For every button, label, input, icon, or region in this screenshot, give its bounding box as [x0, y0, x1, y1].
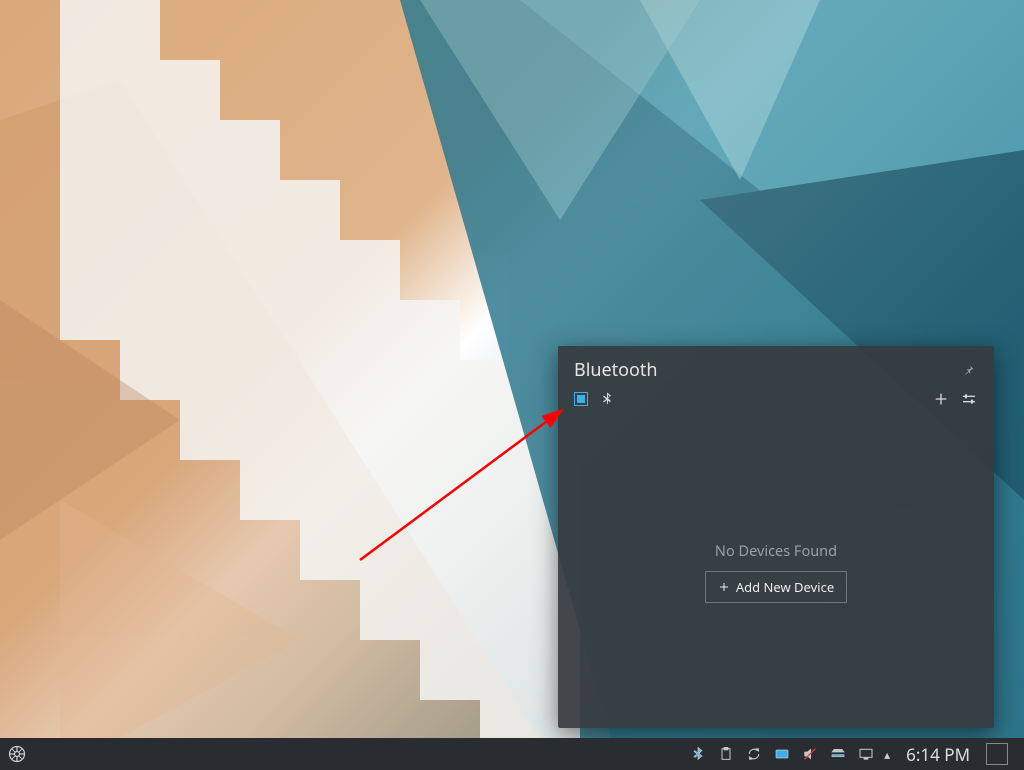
- tray-network-icon[interactable]: [828, 744, 848, 764]
- system-tray: ▴ 6:14 PM: [688, 743, 1024, 766]
- show-desktop-button[interactable]: [986, 743, 1008, 765]
- tray-notifications-icon[interactable]: [772, 744, 792, 764]
- add-device-icon[interactable]: [932, 390, 950, 408]
- tray-updates-icon[interactable]: [744, 744, 764, 764]
- tray-expand-arrow[interactable]: ▴: [884, 746, 890, 763]
- add-new-device-button[interactable]: Add New Device: [705, 571, 847, 603]
- settings-sliders-icon[interactable]: [960, 390, 978, 408]
- popup-body: No Devices Found Add New Device: [558, 416, 994, 728]
- popup-toolbar: [558, 386, 994, 416]
- bluetooth-icon[interactable]: [598, 390, 616, 408]
- tray-clipboard-icon[interactable]: [716, 744, 736, 764]
- application-menu-button[interactable]: [0, 738, 34, 770]
- popup-title: Bluetooth: [574, 358, 658, 382]
- plus-icon: [718, 581, 730, 593]
- taskbar: ▴ 6:14 PM: [0, 738, 1024, 770]
- tray-bluetooth-icon[interactable]: [688, 744, 708, 764]
- taskbar-clock[interactable]: 6:14 PM: [906, 743, 970, 766]
- bluetooth-popup: Bluetooth: [558, 346, 994, 728]
- tray-volume-muted-icon[interactable]: [800, 744, 820, 764]
- add-new-device-label: Add New Device: [736, 578, 834, 596]
- no-devices-label: No Devices Found: [715, 541, 837, 561]
- tray-display-icon[interactable]: [856, 744, 876, 764]
- pin-icon[interactable]: [960, 361, 978, 379]
- bluetooth-enable-checkbox[interactable]: [574, 392, 588, 406]
